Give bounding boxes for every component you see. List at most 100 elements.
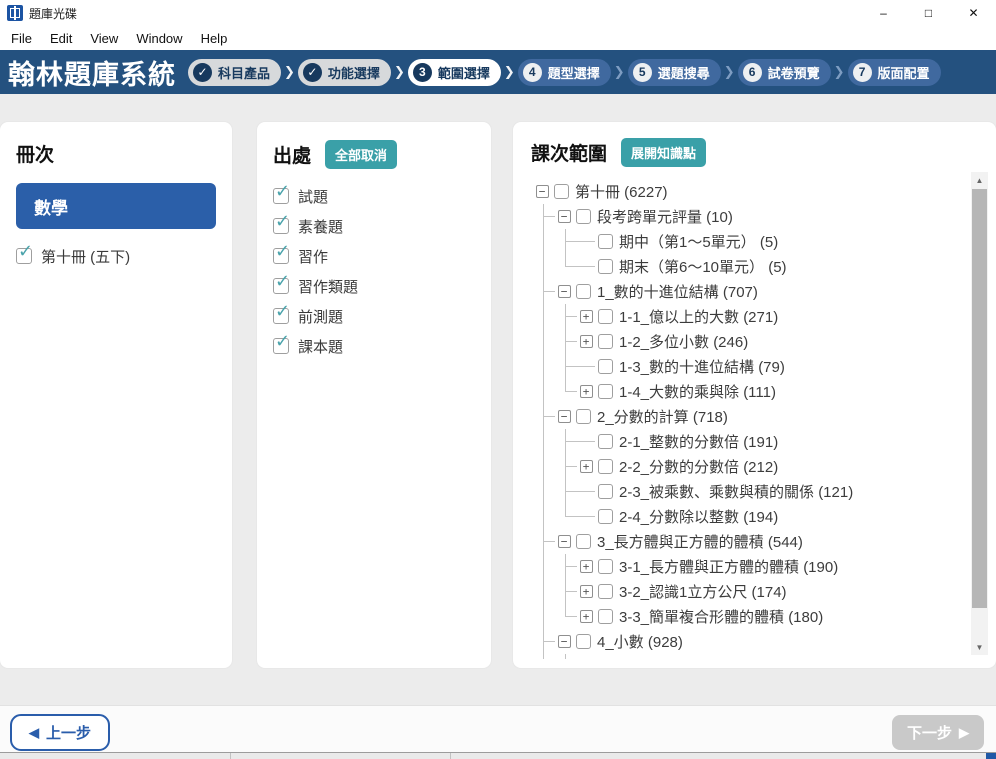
menu-item[interactable]: File [2, 29, 41, 48]
tree-expander[interactable]: − [555, 529, 573, 554]
wizard-step[interactable]: 3 範圍選擇 [407, 58, 501, 86]
menu-item[interactable]: Edit [41, 29, 81, 48]
tree-expander[interactable] [577, 354, 595, 379]
checkbox-checked[interactable]: ✓ [273, 302, 290, 324]
tree-expander[interactable]: − [555, 629, 573, 654]
checkbox-unchecked[interactable] [598, 259, 613, 274]
tree-row[interactable]: + 1-2_多位小數 (246) [533, 329, 978, 354]
source-item[interactable]: ✓ 素養題 [273, 211, 475, 241]
checkbox-unchecked[interactable] [576, 534, 591, 549]
wizard-step[interactable]: ✓ 功能選擇 [297, 58, 391, 86]
minimize-button[interactable]: – [861, 0, 906, 26]
tree-row[interactable]: + 4-1_小數乘以整數 [533, 654, 978, 659]
tree-expander[interactable] [577, 429, 595, 454]
tree-expander[interactable] [577, 229, 595, 254]
tree-row[interactable]: + 1-1_億以上的大數 (271) [533, 304, 978, 329]
tree-expander[interactable]: + [577, 329, 595, 354]
tree-expander[interactable]: − [555, 279, 573, 304]
tree-expander[interactable]: + [577, 604, 595, 629]
tree-expander[interactable]: − [555, 404, 573, 429]
tree-expander[interactable] [577, 504, 595, 529]
tree-row[interactable]: − 第十冊 (6227) [533, 179, 978, 204]
checkbox-unchecked[interactable] [576, 284, 591, 299]
checkbox-unchecked[interactable] [598, 509, 613, 524]
checkbox-unchecked[interactable] [598, 559, 613, 574]
source-item[interactable]: ✓ 課本題 [273, 331, 475, 361]
tree-row[interactable]: 2-1_整數的分數倍 (191) [533, 429, 978, 454]
source-item[interactable]: ✓ 習作 [273, 241, 475, 271]
wizard-step[interactable]: 4 題型選擇 [517, 58, 611, 86]
menu-item[interactable]: Window [127, 29, 191, 48]
scrollbar-track[interactable] [971, 188, 988, 639]
checkbox-unchecked[interactable] [554, 184, 569, 199]
tree-row[interactable]: + 2-2_分數的分數倍 (212) [533, 454, 978, 479]
source-item[interactable]: ✓ 習作類題 [273, 271, 475, 301]
source-item[interactable]: ✓ 試題 [273, 181, 475, 211]
tree-expander[interactable]: + [577, 579, 595, 604]
volume-item[interactable]: ✓ 第十冊 (五下) [16, 241, 216, 271]
checkbox-unchecked[interactable] [598, 309, 613, 324]
tree-row[interactable]: 期末（第6～10單元） (5) [533, 254, 978, 279]
tree-row[interactable]: − 3_長方體與正方體的體積 (544) [533, 529, 978, 554]
checkbox-checked[interactable]: ✓ [273, 212, 290, 234]
wizard-step[interactable]: 6 試卷預覽 [737, 58, 831, 86]
tree-expander[interactable] [577, 254, 595, 279]
checkbox-checked[interactable]: ✓ [273, 332, 290, 354]
menu-item[interactable]: Help [192, 29, 237, 48]
tree-row[interactable]: + 3-2_認識1立方公尺 (174) [533, 579, 978, 604]
tree-row[interactable]: + 3-1_長方體與正方體的體積 (190) [533, 554, 978, 579]
tree-expander[interactable] [577, 479, 595, 504]
tree-scrollbar[interactable]: ▲ ▼ [971, 172, 988, 655]
tree-expander[interactable]: + [577, 304, 595, 329]
checkbox-unchecked[interactable] [598, 484, 613, 499]
checkbox-unchecked[interactable] [576, 634, 591, 649]
checkbox-checked[interactable]: ✓ [16, 242, 33, 264]
tree-row[interactable]: 期中（第1～5單元） (5) [533, 229, 978, 254]
tree-expander[interactable]: − [533, 179, 551, 204]
checkbox-unchecked[interactable] [598, 359, 613, 374]
clear-all-button[interactable]: 全部取消 [325, 140, 398, 169]
checkbox-checked[interactable]: ✓ [273, 272, 290, 294]
tree-row[interactable]: 2-3_被乘數、乘數與積的關係 (121) [533, 479, 978, 504]
tree-row[interactable]: + 1-4_大數的乘與除 (111) [533, 379, 978, 404]
next-step-button[interactable]: 下一步 ▶ [891, 715, 984, 750]
checkbox-check-icon: ✓ [275, 181, 291, 201]
checkbox-unchecked[interactable] [576, 209, 591, 224]
wizard-step[interactable]: ✓ 科目產品 [188, 58, 282, 86]
tree-expander[interactable]: + [577, 654, 595, 659]
wizard-step[interactable]: 5 選題搜尋 [627, 58, 721, 86]
wizard-step[interactable]: 7 版面配置 [847, 58, 941, 86]
scroll-up-icon[interactable]: ▲ [971, 172, 988, 188]
checkbox-unchecked[interactable] [598, 459, 613, 474]
tree-row[interactable]: − 4_小數 (928) [533, 629, 978, 654]
expand-knowledge-button[interactable]: 展開知識點 [621, 138, 707, 167]
tree-expander[interactable]: + [577, 379, 595, 404]
tree-row[interactable]: − 段考跨單元評量 (10) [533, 204, 978, 229]
checkbox-unchecked[interactable] [598, 234, 613, 249]
checkbox-checked[interactable]: ✓ [273, 242, 290, 264]
checkbox-unchecked[interactable] [598, 434, 613, 449]
close-button[interactable]: ✕ [951, 0, 996, 26]
source-item[interactable]: ✓ 前測題 [273, 301, 475, 331]
tree-row[interactable]: 1-3_數的十進位結構 (79) [533, 354, 978, 379]
tree-expander[interactable]: + [577, 554, 595, 579]
maximize-button[interactable]: □ [906, 0, 951, 26]
checkbox-unchecked[interactable] [598, 334, 613, 349]
checkbox-checked[interactable]: ✓ [273, 182, 290, 204]
scrollbar-thumb[interactable] [972, 189, 987, 609]
checkbox-unchecked[interactable] [598, 584, 613, 599]
tree-row[interactable]: + 3-3_簡單複合形體的體積 (180) [533, 604, 978, 629]
checkbox-unchecked[interactable] [576, 409, 591, 424]
scroll-down-icon[interactable]: ▼ [971, 639, 988, 655]
tree-row[interactable]: − 1_數的十進位結構 (707) [533, 279, 978, 304]
subject-math-button[interactable]: 數學 [16, 183, 216, 229]
tree-expander[interactable]: − [555, 204, 573, 229]
checkbox-unchecked[interactable] [598, 609, 613, 624]
menu-item[interactable]: View [81, 29, 127, 48]
tree-expander[interactable]: + [577, 454, 595, 479]
tree-row[interactable]: − 2_分數的計算 (718) [533, 404, 978, 429]
checkbox-unchecked[interactable] [598, 384, 613, 399]
tree-guide-line [555, 654, 577, 659]
prev-step-button[interactable]: ◀ 上一步 [10, 714, 111, 751]
tree-row[interactable]: 2-4_分數除以整數 (194) [533, 504, 978, 529]
